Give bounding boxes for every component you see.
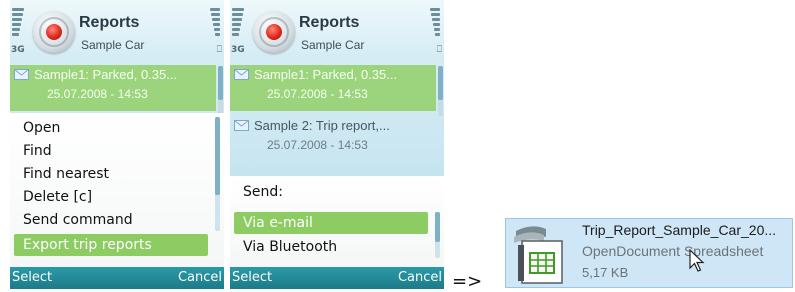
list-item-title: Sample1: Parked, 0.35...: [254, 67, 398, 82]
envelope-icon: [234, 69, 249, 80]
reports-app-icon: [253, 11, 295, 53]
cancel-softkey[interactable]: Cancel: [178, 270, 222, 285]
battery-level-icon: [430, 8, 440, 38]
list-item-date: 25.07.2008 - 14:53: [267, 87, 368, 101]
list-item[interactable]: Sample 2: Trip report,... 25.07.2008 - 1…: [230, 116, 436, 162]
status-bar: 3G Reports Sample Car ⎕: [230, 0, 444, 62]
list-item-date: 25.07.2008 - 14:53: [267, 138, 368, 152]
envelope-icon: [234, 120, 249, 131]
list-item[interactable]: Sample1: Parked, 0.35... 25.07.2008 - 14…: [10, 65, 216, 111]
signal-strength-icon: [232, 8, 244, 38]
file-type: OpenDocument Spreadsheet: [582, 243, 764, 259]
list-item-title: Sample1: Parked, 0.35...: [34, 67, 178, 82]
network-type-label: 3G: [11, 45, 25, 55]
softkey-bar: Select Cancel: [230, 267, 444, 289]
mouse-pointer-icon: [689, 248, 705, 273]
spreadsheet-file-icon: [512, 223, 570, 285]
cancel-softkey[interactable]: Cancel: [398, 270, 442, 285]
app-subtitle: Sample Car: [301, 38, 365, 52]
list-scrollbar[interactable]: [218, 66, 223, 116]
select-softkey[interactable]: Select: [232, 270, 272, 285]
list-scrollbar[interactable]: [438, 66, 443, 116]
phone-screen-menu: 3G Reports Sample Car ⎕ Sample1: Parked,…: [10, 0, 224, 289]
softkey-bar: Select Cancel: [10, 267, 224, 289]
app-title: Reports: [79, 14, 140, 31]
network-type-label: 3G: [231, 45, 245, 55]
menu-item-find-nearest[interactable]: Find nearest: [14, 163, 208, 185]
envelope-icon: [14, 69, 29, 80]
menu-item-open[interactable]: Open: [14, 117, 208, 139]
menu-item-export-trip-reports[interactable]: Export trip reports: [14, 234, 208, 256]
menu-item-via-bluetooth[interactable]: Via Bluetooth: [234, 236, 428, 258]
menu-item-send-command[interactable]: Send command: [14, 209, 208, 231]
app-subtitle: Sample Car: [81, 38, 145, 52]
send-heading: Send:: [243, 184, 283, 200]
list-item-title: Sample 2: Trip report,...: [254, 118, 390, 133]
queue-indicator-icon: ⎕: [216, 45, 222, 55]
status-bar: 3G Reports Sample Car ⎕: [10, 0, 224, 62]
queue-indicator-icon: ⎕: [436, 45, 442, 55]
menu-item-delete[interactable]: Delete [c]: [14, 186, 208, 208]
file-name: Trip_Report_Sample_Car_20...: [582, 222, 777, 238]
file-size: 5,17 KB: [582, 265, 629, 280]
phone-screen-send: 3G Reports Sample Car ⎕ Sample1: Parked,…: [230, 0, 444, 289]
reports-app-icon: [33, 11, 75, 53]
select-softkey[interactable]: Select: [12, 270, 52, 285]
send-menu: Send: Via e-mail Via Bluetooth: [230, 176, 444, 267]
options-menu: Open Find Find nearest Delete [c] Send c…: [10, 113, 224, 267]
list-item[interactable]: Sample1: Parked, 0.35... 25.07.2008 - 14…: [230, 65, 436, 111]
menu-scrollbar[interactable]: [215, 117, 220, 231]
signal-strength-icon: [12, 8, 24, 38]
menu-item-find[interactable]: Find: [14, 140, 208, 162]
exported-file-item[interactable]: Trip_Report_Sample_Car_20... OpenDocumen…: [505, 218, 793, 288]
list-item-date: 25.07.2008 - 14:53: [47, 87, 148, 101]
battery-level-icon: [210, 8, 220, 38]
menu-item-via-email[interactable]: Via e-mail: [234, 212, 428, 234]
app-title: Reports: [299, 14, 360, 31]
menu-scrollbar[interactable]: [435, 212, 440, 258]
